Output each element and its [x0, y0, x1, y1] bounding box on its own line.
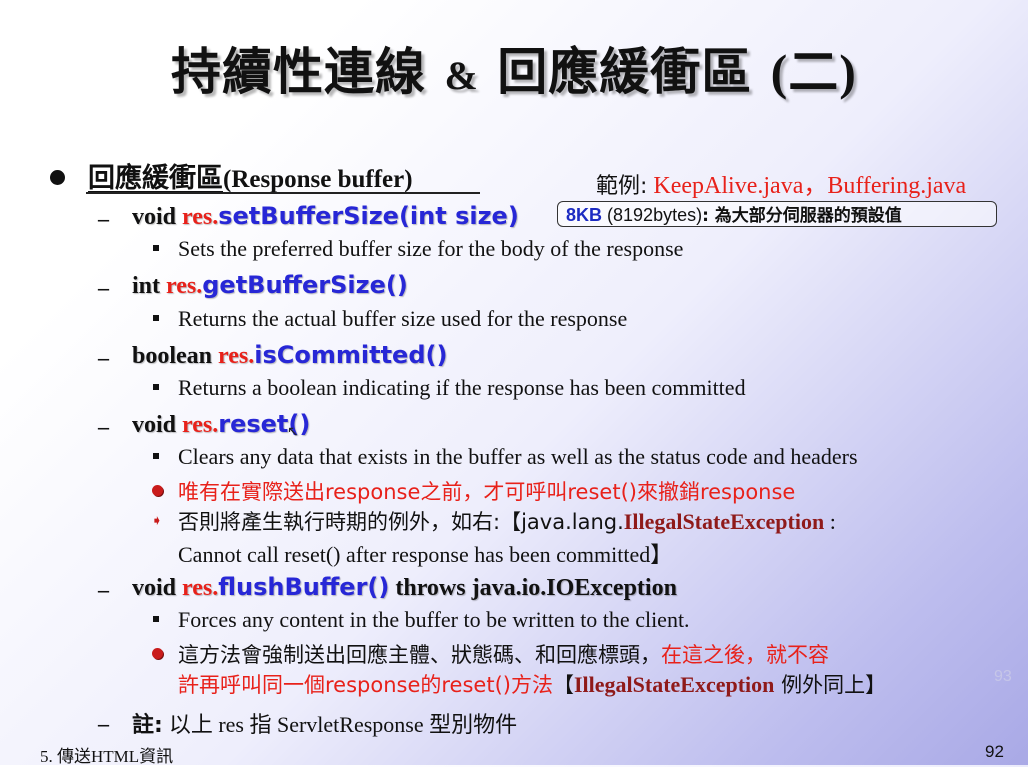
flush-note-line2: 許再呼叫同一個response的reset()方法【IllegalStateEx…: [178, 669, 886, 699]
reset-note-1: 唯有在實際送出response之前，才可呼叫reset()來撤銷response: [178, 476, 795, 506]
arrow-bullet-icon: ➧: [151, 514, 163, 529]
method-description: Returns a boolean indicating if the resp…: [178, 375, 746, 400]
method-description: Clears any data that exists in the buffe…: [178, 444, 858, 469]
footnote-text: 以上 res 指 ServletResponse 型別物件: [168, 712, 518, 737]
square-bullet: [153, 453, 159, 459]
title-amp: &: [444, 53, 479, 98]
object-ref: res.: [182, 412, 219, 438]
object-ref: res.: [166, 273, 203, 299]
reset-note-1-text: 唯有在實際送出response之前，才可呼叫reset()來撤銷response: [178, 480, 796, 504]
default-text: : 為大部分伺服器的預設值: [702, 206, 902, 226]
return-type: void: [132, 204, 177, 230]
bullet-label-eng: (Response buffer): [223, 166, 413, 193]
method-name: getBufferSize(): [202, 271, 408, 299]
dash-bullet: –: [98, 577, 109, 602]
mouse-cursor-icon: ↖: [287, 425, 299, 440]
return-type: void: [132, 412, 177, 438]
method-flushBuffer: void res.flushBuffer() throws java.io.IO…: [132, 573, 677, 602]
reset-note-2-line2: Cannot call reset() after response has b…: [178, 537, 672, 569]
title-part2: 回應緩衝區: [497, 43, 753, 101]
bullet-response-buffer: 回應緩衝區(Response buffer): [88, 156, 413, 195]
object-ref: res.: [182, 575, 219, 601]
method-description: Sets the preferred buffer size for the b…: [178, 236, 684, 261]
example-prefix: 範例:: [596, 174, 648, 199]
red-dot-bullet: [152, 648, 163, 659]
title-paren: (二): [770, 44, 857, 100]
flush-note-line2-red: 許再呼叫同一個response的reset()方法: [178, 673, 553, 697]
flush-note-line1: 這方法會強制送出回應主體、狀態碼、和回應標頭，在這之後，就不容: [178, 639, 829, 669]
slide-title: 持續性連線 & 回應緩衝區 (二): [0, 32, 1028, 104]
return-type: int: [132, 273, 161, 299]
object-ref: res.: [218, 343, 255, 369]
method-description: Forces any content in the buffer to be w…: [178, 607, 690, 632]
red-dot-bullet: [152, 485, 163, 496]
example-files: 範例: KeepAlive.java，Buffering.java: [596, 165, 966, 200]
footnote: 註: 以上 res 指 ServletResponse 型別物件: [132, 707, 517, 739]
method-isCommitted: boolean res.isCommitted(): [132, 341, 447, 370]
method-name: isCommitted(): [254, 341, 448, 369]
default-bytes: (8192bytes): [607, 205, 703, 225]
bullet-label-cjk: 回應緩衝區: [88, 163, 223, 194]
dash-bullet: –: [98, 206, 109, 231]
ghost-page-number: 93: [994, 668, 1012, 685]
dash-bullet: –: [98, 275, 109, 300]
square-bullet: [153, 315, 159, 321]
object-ref: res.: [182, 204, 219, 230]
method-name: setBufferSize(int size): [218, 202, 519, 230]
default-size-note: 8KB (8192bytes): 為大部分伺服器的預設值: [557, 201, 997, 227]
return-type: void: [132, 575, 177, 601]
square-bullet: [153, 384, 159, 390]
return-type: boolean: [132, 343, 213, 369]
exception-name: IllegalStateException: [623, 509, 825, 534]
page-number: 92: [985, 742, 1004, 761]
dash-bullet: –: [98, 414, 109, 439]
example-file-list: KeepAlive.java，Buffering.java: [653, 173, 967, 199]
flush-note-red: 在這之後，就不容: [661, 643, 829, 667]
method-reset: void res.reset(): [132, 410, 310, 439]
throws-clause: throws java.io.IOException: [395, 575, 677, 601]
bullet-underline: [86, 192, 480, 194]
dash-bullet: –: [98, 345, 109, 370]
reset-note-2-line2-text: Cannot call reset() after response has b…: [178, 542, 673, 567]
dash-bullet: –: [98, 711, 109, 736]
method-name: flushBuffer(): [218, 573, 390, 601]
square-bullet: [153, 616, 159, 622]
footnote-label: 註:: [132, 713, 163, 738]
method-getBufferSize: int res.getBufferSize(): [132, 271, 408, 300]
method-setBufferSize: void res.setBufferSize(int size): [132, 202, 519, 231]
title-part1: 持續性連線: [171, 43, 427, 101]
footer-section-label: 5. 傳送HTML資訊: [40, 747, 174, 766]
flush-note-black: 這方法會強制送出回應主體、狀態碼、和回應標頭，: [178, 643, 661, 667]
reset-note-2: 否則將產生執行時期的例外，如右:【java.lang.IllegalStateE…: [178, 506, 836, 536]
flush-note-bracket: 【: [552, 673, 574, 697]
default-size: 8KB: [566, 205, 603, 225]
exception-name: IllegalStateException: [573, 672, 775, 697]
reset-note-2-tail: :: [824, 509, 836, 534]
flush-note-tail: 例外同上】: [774, 673, 887, 697]
square-bullet: [153, 245, 159, 251]
bullet-dot: [50, 170, 65, 185]
method-description: Returns the actual buffer size used for …: [178, 306, 628, 331]
reset-note-2-text: 否則將產生執行時期的例外，如右:【java.lang.: [178, 510, 624, 534]
